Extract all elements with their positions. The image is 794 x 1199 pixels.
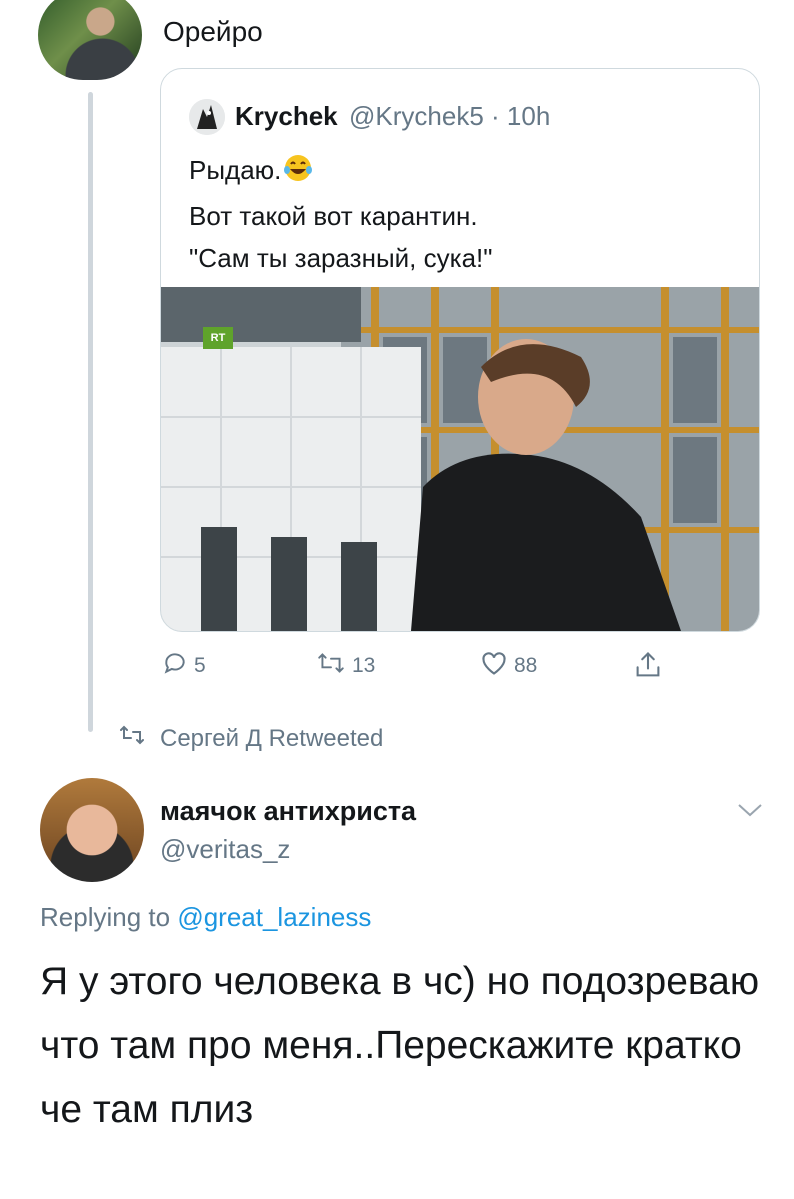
avatar[interactable] [40, 778, 144, 882]
quoted-author-avatar[interactable] [189, 99, 225, 135]
retweeted-by-label[interactable]: Сергей Д Retweeted [118, 724, 383, 753]
laughing-tears-emoji-icon [283, 153, 313, 195]
retweet-count: 13 [352, 654, 376, 677]
quoted-tweet-time: · 10h [491, 101, 551, 131]
quoted-text-line-3: "Сам ты заразный, сука!" [189, 243, 493, 273]
share-icon [634, 650, 662, 686]
tweet-text: Я у этого человека в чс) но подозреваю ч… [40, 960, 760, 1131]
chevron-down-icon[interactable] [736, 800, 764, 825]
quoted-author-handle: @Krychek5 [349, 101, 484, 131]
avatar[interactable] [38, 0, 142, 80]
quoted-tweet-card[interactable]: Krychek @Krychek5 · 10h Рыдаю. Вот такой… [160, 68, 760, 632]
reply-button[interactable]: 5 [162, 650, 206, 682]
reply-count: 5 [194, 654, 206, 677]
quoted-text-line-2: Вот такой вот карантин. [189, 201, 478, 231]
cut-off-header [150, 0, 630, 6]
rt-logo: RT [203, 327, 233, 349]
share-button[interactable] [634, 650, 662, 686]
top-tweet-text: Орейро [163, 16, 263, 47]
reply-icon [162, 650, 188, 682]
retweeted-by-text: Сергей Д Retweeted [160, 724, 384, 752]
retweet-button[interactable]: 13 [316, 650, 375, 682]
like-count: 88 [514, 654, 538, 677]
retweet-icon [316, 650, 346, 682]
quoted-author-meta: @Krychek5 · 10h [349, 101, 550, 132]
replying-to: Replying to @great_laziness [40, 902, 371, 933]
thread-connector [88, 92, 93, 732]
like-button[interactable]: 88 [480, 650, 537, 682]
tweet-author-name[interactable]: маячок антихриста [160, 796, 416, 827]
replying-handle-link[interactable]: @great_laziness [177, 902, 371, 932]
like-icon [480, 650, 508, 682]
tweet-video-thumbnail[interactable]: RT [161, 287, 759, 631]
quoted-tweet-text: Рыдаю. Вот такой вот карантин. "Сам ты з… [189, 149, 492, 279]
replying-prefix: Replying to [40, 902, 171, 932]
retweet-icon [118, 724, 146, 753]
quoted-author-name[interactable]: Krychek [235, 101, 338, 132]
tweet-author-handle[interactable]: @veritas_z [160, 834, 290, 865]
quoted-text-line-1: Рыдаю. [189, 155, 282, 185]
